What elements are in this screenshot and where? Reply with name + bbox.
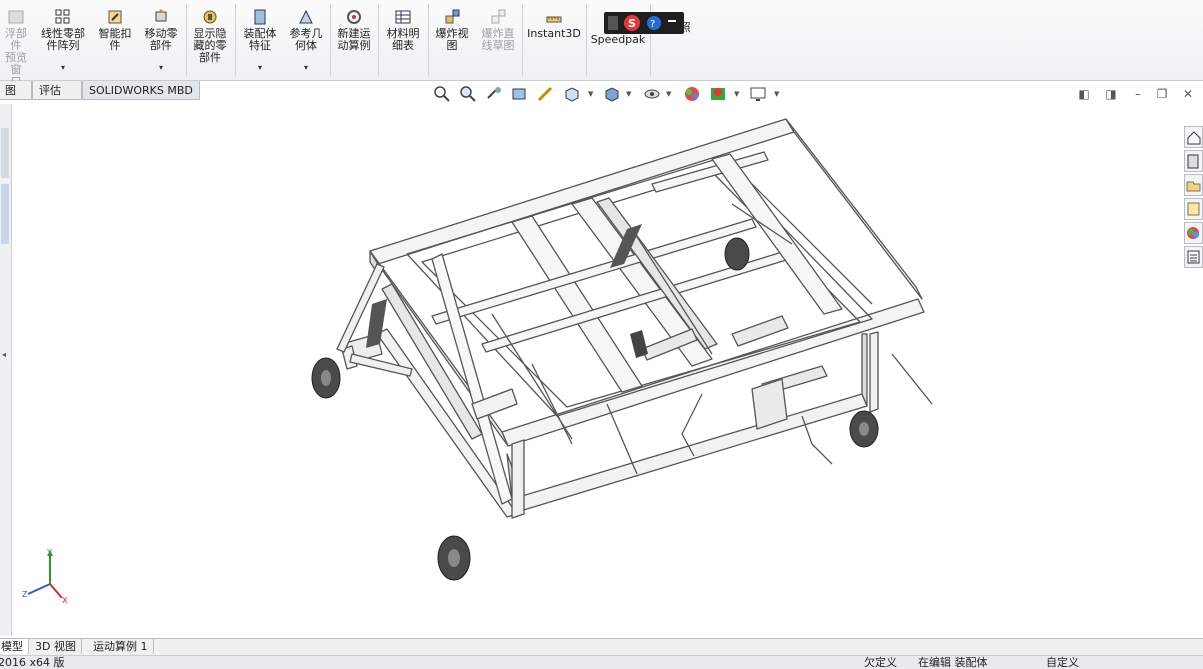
reference-triad: Y Z X <box>18 548 74 608</box>
close-icon[interactable]: ✕ <box>1181 87 1195 101</box>
design-library-icon[interactable] <box>1184 150 1203 172</box>
zoom-to-area-icon[interactable] <box>458 84 478 104</box>
move-component-icon <box>152 8 170 26</box>
smart-fasteners-button[interactable]: 智能扣 件 <box>94 0 136 80</box>
assembly-features-button[interactable]: 装配体 特征 ▾ <box>238 0 282 80</box>
hide-show-items-icon[interactable] <box>642 84 662 104</box>
bill-of-materials-button[interactable]: 材料明 细表 <box>380 0 426 80</box>
ribbon-separator <box>522 4 523 76</box>
status-definition: 欠定义 <box>864 656 897 669</box>
exploded-view-button[interactable]: 爆炸视 图 <box>430 0 474 80</box>
graphics-viewport[interactable] <box>12 104 1180 636</box>
linear-component-pattern-button[interactable]: 线性零部 件阵列 ▾ <box>36 0 90 80</box>
triad-x-label: X <box>62 596 68 605</box>
view-orientation-dropdown[interactable]: ▼ <box>588 90 593 98</box>
ribbon-separator <box>428 4 429 76</box>
bom-table-icon <box>394 8 412 26</box>
panel-collapse-handle[interactable]: ◂ <box>2 350 6 359</box>
tab-solidworks-mbd[interactable]: SOLIDWORKS MBD <box>82 81 200 100</box>
file-explorer-folder-icon[interactable] <box>1184 174 1203 196</box>
previous-window-icon[interactable]: ◧ <box>1077 87 1091 101</box>
custom-properties-icon[interactable] <box>1184 246 1203 268</box>
tab-3d-view[interactable]: 3D 视图 <box>30 639 82 654</box>
appearances-scenes-icon[interactable] <box>1184 222 1203 244</box>
reference-geometry-dropdown[interactable]: ▾ <box>284 62 328 74</box>
svg-text:S: S <box>628 17 636 30</box>
show-hidden-icon <box>201 8 219 26</box>
ribbon-separator <box>235 4 236 76</box>
move-component-button[interactable]: 移动零 部件 ▾ <box>140 0 182 80</box>
triad-z-label: Z <box>22 590 28 599</box>
edit-appearance-icon[interactable] <box>682 84 702 104</box>
explode-line-icon <box>489 8 507 26</box>
status-unit-system[interactable]: 自定义 <box>1046 656 1079 669</box>
status-editing: 在编辑 装配体 <box>918 656 988 669</box>
display-style-icon[interactable] <box>602 84 622 104</box>
display-style-dropdown[interactable]: ▼ <box>626 90 631 98</box>
restore-icon[interactable]: ❐ <box>1155 87 1169 101</box>
instant3d-ruler-icon <box>545 8 563 26</box>
view-settings-dropdown[interactable]: ▼ <box>774 90 779 98</box>
status-version: 2016 x64 版 <box>0 656 65 669</box>
dynamic-annotation-icon[interactable] <box>536 84 556 104</box>
minimize-icon[interactable]: – <box>1131 87 1145 101</box>
tab-motion-study-1[interactable]: 运动算例 1 <box>88 639 154 654</box>
panel-scrollbar-thumb[interactable] <box>1 184 9 244</box>
apply-scene-dropdown[interactable]: ▼ <box>734 90 739 98</box>
tab-model[interactable]: 模型 <box>0 639 29 654</box>
assembly-model-drawing <box>311 118 933 581</box>
panel-scrollbar[interactable] <box>1 128 9 178</box>
svg-text:?: ? <box>650 19 655 30</box>
ribbon-separator <box>586 4 587 76</box>
task-pane <box>1184 126 1203 270</box>
previous-view-icon[interactable] <box>484 84 504 104</box>
command-manager-ribbon: 浮部件 预览窗 口 线性零部 件阵列 ▾ 智能扣 件 移动零 部件 ▾ 显示隐 … <box>0 0 1203 88</box>
reference-geometry-icon <box>297 8 315 26</box>
ribbon-separator <box>330 4 331 76</box>
status-bar: 2016 x64 版 欠定义 在编辑 装配体 自定义 <box>0 655 1203 669</box>
linear-pattern-icon <box>54 8 72 26</box>
preview-window-icon <box>7 8 25 26</box>
assembly-features-icon <box>251 8 269 26</box>
smart-fastener-icon <box>106 8 124 26</box>
move-component-dropdown[interactable]: ▾ <box>140 62 182 74</box>
tab-sketch[interactable]: 图 <box>0 81 32 100</box>
motion-study-icon <box>345 8 363 26</box>
exploded-view-icon <box>443 8 461 26</box>
ribbon-separator <box>186 4 187 76</box>
view-orientation-icon[interactable] <box>562 84 582 104</box>
tab-evaluate[interactable]: 评估 <box>32 81 82 100</box>
new-motion-study-button[interactable]: 新建运 动算例 <box>332 0 376 80</box>
linear-pattern-dropdown[interactable]: ▾ <box>36 62 90 74</box>
hide-show-dropdown[interactable]: ▼ <box>666 90 671 98</box>
instant3d-button[interactable]: Instant3D <box>524 0 584 80</box>
floating-preview-button[interactable]: 浮部件 预览窗 口 <box>0 0 32 88</box>
show-hidden-components-button[interactable]: 显示隐 藏的零 部件 <box>189 0 231 80</box>
assembly-features-dropdown[interactable]: ▾ <box>238 62 282 74</box>
next-window-icon[interactable]: ◨ <box>1104 87 1118 101</box>
bottom-view-tabs: 模型 3D 视图 运动算例 1 <box>0 638 1203 655</box>
explode-line-sketch-button[interactable]: 爆炸直 线草图 <box>476 0 520 80</box>
triad-y-label: Y <box>47 548 52 557</box>
section-view-icon[interactable] <box>510 84 530 104</box>
solidworks-resources-home-icon[interactable] <box>1184 126 1203 148</box>
reference-geometry-button[interactable]: 参考几 何体 ▾ <box>284 0 328 80</box>
view-settings-monitor-icon[interactable] <box>748 84 768 104</box>
zoom-to-fit-icon[interactable] <box>432 84 452 104</box>
feature-manager-panel-edge[interactable]: ◂ <box>0 104 12 636</box>
view-palette-icon[interactable] <box>1184 198 1203 220</box>
apply-scene-icon[interactable] <box>708 84 728 104</box>
ime-toolbar-overlay[interactable]: S ? <box>604 12 684 34</box>
ribbon-separator <box>378 4 379 76</box>
